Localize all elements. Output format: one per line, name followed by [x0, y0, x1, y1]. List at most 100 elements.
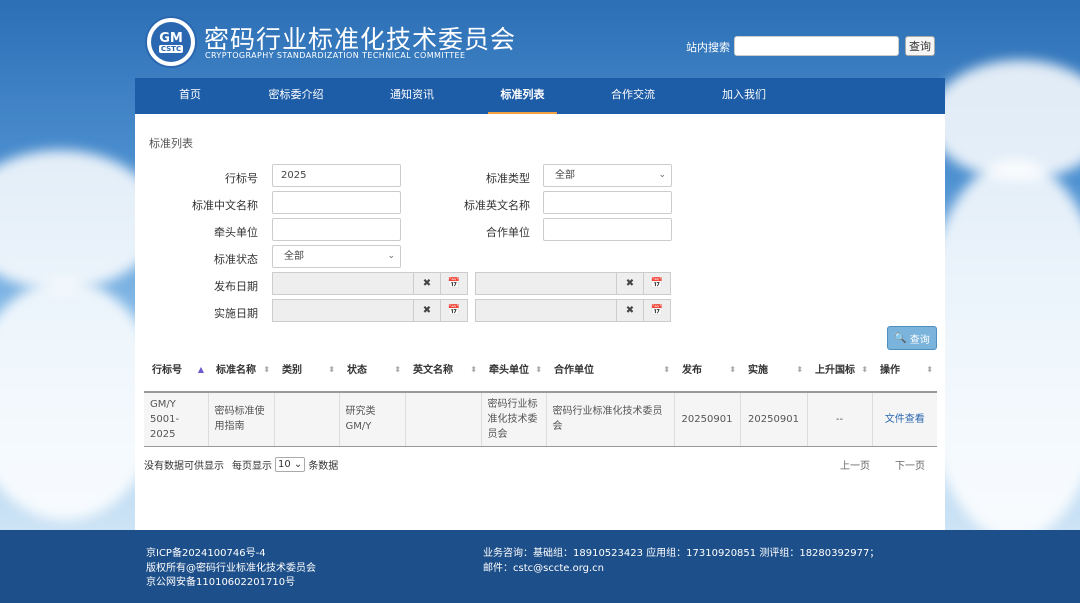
- col-header-status[interactable]: 状态 ⬍: [339, 350, 405, 393]
- nav-item-about[interactable]: 密标委介绍: [263, 78, 329, 114]
- table-header-row: 行标号 ▲ 标准名称 ⬍ 类别 ⬍ 状态 ⬍ 英文名称 ⬍ 牵头单位 ⬍ 合作单位 ⬍ 发布 ⬍…: [144, 350, 937, 393]
- footer-police[interactable]: 京公网安备11010602201710号: [146, 573, 295, 588]
- col-header-en-name[interactable]: 英文名称 ⬍: [405, 350, 481, 393]
- per-page-suffix: 条数据: [308, 461, 339, 472]
- industry-no-label: 行标号: [225, 172, 258, 185]
- calendar-icon[interactable]: 📅: [643, 299, 671, 322]
- calendar-icon[interactable]: 📅: [440, 272, 468, 295]
- cell-code: GM/Y 5001-2025: [144, 392, 209, 447]
- sort-icon: ⬍: [729, 365, 736, 374]
- no-data-text: 没有数据可供显示: [144, 461, 224, 472]
- prev-page-button[interactable]: 上一页: [840, 457, 870, 472]
- col-header-national[interactable]: 上升国标 ⬍: [807, 350, 872, 393]
- status-select[interactable]: 全部 ⌄: [272, 245, 401, 268]
- footer-copyright: 版权所有@密码行业标准化技术委员会: [146, 563, 316, 574]
- coop-unit-label: 合作单位: [486, 226, 530, 239]
- standards-table: 行标号 ▲ 标准名称 ⬍ 类别 ⬍ 状态 ⬍ 英文名称 ⬍ 牵头单位 ⬍ 合作单位 ⬍ 发布 ⬍…: [144, 350, 937, 447]
- col-header-action[interactable]: 操作 ⬍: [872, 350, 937, 393]
- file-view-link[interactable]: 文件查看: [885, 414, 925, 425]
- footer-email: 邮件：cstc@sccte.org.cn: [483, 563, 605, 574]
- cell-category: [274, 392, 340, 447]
- sort-icon: ⬍: [926, 365, 933, 374]
- cell-publish: 20250901: [674, 392, 741, 447]
- col-header-lead[interactable]: 牵头单位 ⬍: [481, 350, 546, 393]
- sort-icon: ⬍: [861, 365, 868, 374]
- main-content: 标准列表 行标号 2025 标准类型 全部 ⌄ 标准中文名称 标准英文名称 牵头…: [135, 114, 945, 530]
- footer-contact: 业务咨询：基础组：18910523423 应用组：17310920851 测评组…: [483, 548, 880, 559]
- next-page-button[interactable]: 下一页: [895, 457, 925, 472]
- nav-item-cooperation[interactable]: 合作交流: [601, 78, 665, 114]
- lead-unit-input[interactable]: [272, 218, 401, 241]
- nav-item-home[interactable]: 首页: [163, 78, 217, 114]
- std-type-value: 全部: [555, 170, 575, 181]
- col-header-coop[interactable]: 合作单位 ⬍: [546, 350, 674, 393]
- implement-date-label: 实施日期: [214, 307, 258, 320]
- publish-date-label: 发布日期: [214, 280, 258, 293]
- col-header-name[interactable]: 标准名称 ⬍: [208, 350, 274, 393]
- site-footer: 京ICP备2024100746号-4 版权所有@密码行业标准化技术委员会 京公网…: [0, 530, 1080, 603]
- en-name-input[interactable]: [543, 191, 672, 214]
- calendar-icon[interactable]: 📅: [440, 299, 468, 322]
- chevron-down-icon: ⌄: [293, 459, 303, 470]
- nav-item-news[interactable]: 通知资讯: [380, 78, 444, 114]
- coop-unit-input[interactable]: [543, 218, 672, 241]
- logo-text-sub: CSTC: [158, 44, 184, 53]
- chevron-down-icon: ⌄: [658, 170, 666, 180]
- site-search-button[interactable]: 查询: [905, 36, 935, 56]
- sort-icon: ⬍: [263, 365, 270, 374]
- cell-lead: 密码行业标准化技术委员会: [481, 392, 547, 447]
- implement-date-start-input[interactable]: [272, 299, 414, 322]
- cn-name-input[interactable]: [272, 191, 401, 214]
- site-search-label: 站内搜索: [686, 41, 730, 54]
- industry-no-input[interactable]: 2025: [272, 164, 401, 187]
- sort-icon: ⬍: [328, 365, 335, 374]
- publish-date-start-input[interactable]: [272, 272, 414, 295]
- cell-coop: 密码行业标准化技术委员会: [546, 392, 675, 447]
- std-type-select[interactable]: 全部 ⌄: [543, 164, 672, 187]
- cell-status: 研究类 GM/Y: [339, 392, 406, 447]
- cell-national: --: [807, 392, 873, 447]
- table-row: GM/Y 5001-2025 密码标准使用指南 研究类 GM/Y 密码行业标准化…: [144, 392, 937, 447]
- implement-date-end-input[interactable]: [475, 299, 617, 322]
- col-header-code[interactable]: 行标号 ▲: [144, 350, 208, 393]
- sort-asc-icon: ▲: [197, 365, 204, 374]
- cell-en-name: [405, 392, 482, 447]
- breadcrumb: 标准列表: [149, 137, 193, 150]
- clear-icon[interactable]: ✖: [413, 299, 441, 322]
- site-search-input[interactable]: [734, 36, 899, 56]
- cell-action: 文件查看: [872, 392, 937, 447]
- col-header-publish[interactable]: 发布 ⬍: [674, 350, 740, 393]
- clear-icon[interactable]: ✖: [413, 272, 441, 295]
- per-page-prefix: 每页显示: [232, 461, 272, 472]
- sort-icon: ⬍: [394, 365, 401, 374]
- table-footer-info: 没有数据可供显示 每页显示 10 ⌄ 条数据: [144, 457, 338, 472]
- sort-icon: ⬍: [470, 365, 477, 374]
- col-header-implement[interactable]: 实施 ⬍: [740, 350, 807, 393]
- clear-icon[interactable]: ✖: [616, 272, 644, 295]
- clear-icon[interactable]: ✖: [616, 299, 644, 322]
- chevron-down-icon: ⌄: [387, 251, 395, 261]
- status-value: 全部: [284, 251, 304, 262]
- site-logo[interactable]: GM CSTC: [145, 16, 197, 68]
- query-button-label: 查询: [909, 334, 930, 346]
- std-type-label: 标准类型: [486, 172, 530, 185]
- nav-item-standards[interactable]: 标准列表: [488, 78, 557, 114]
- site-subtitle: CRYPTOGRAPHY STANDARDIZATION TECHNICAL C…: [205, 51, 466, 60]
- sort-icon: ⬍: [796, 365, 803, 374]
- status-label: 标准状态: [214, 253, 258, 266]
- sort-icon: ⬍: [535, 365, 542, 374]
- main-nav: 首页 密标委介绍 通知资讯 标准列表 合作交流 加入我们: [135, 78, 945, 114]
- cn-name-label: 标准中文名称: [192, 199, 258, 212]
- lead-unit-label: 牵头单位: [214, 226, 258, 239]
- logo-text-main: GM: [159, 30, 183, 46]
- en-name-label: 标准英文名称: [464, 199, 530, 212]
- per-page-select[interactable]: 10 ⌄: [275, 457, 306, 472]
- col-header-category[interactable]: 类别 ⬍: [274, 350, 339, 393]
- logo-emblem: GM CSTC: [151, 22, 191, 62]
- calendar-icon[interactable]: 📅: [643, 272, 671, 295]
- query-button[interactable]: 🔍 查询: [887, 326, 937, 350]
- publish-date-end-input[interactable]: [475, 272, 617, 295]
- nav-item-join[interactable]: 加入我们: [712, 78, 776, 114]
- sort-icon: ⬍: [663, 365, 670, 374]
- footer-icp[interactable]: 京ICP备2024100746号-4: [146, 544, 266, 559]
